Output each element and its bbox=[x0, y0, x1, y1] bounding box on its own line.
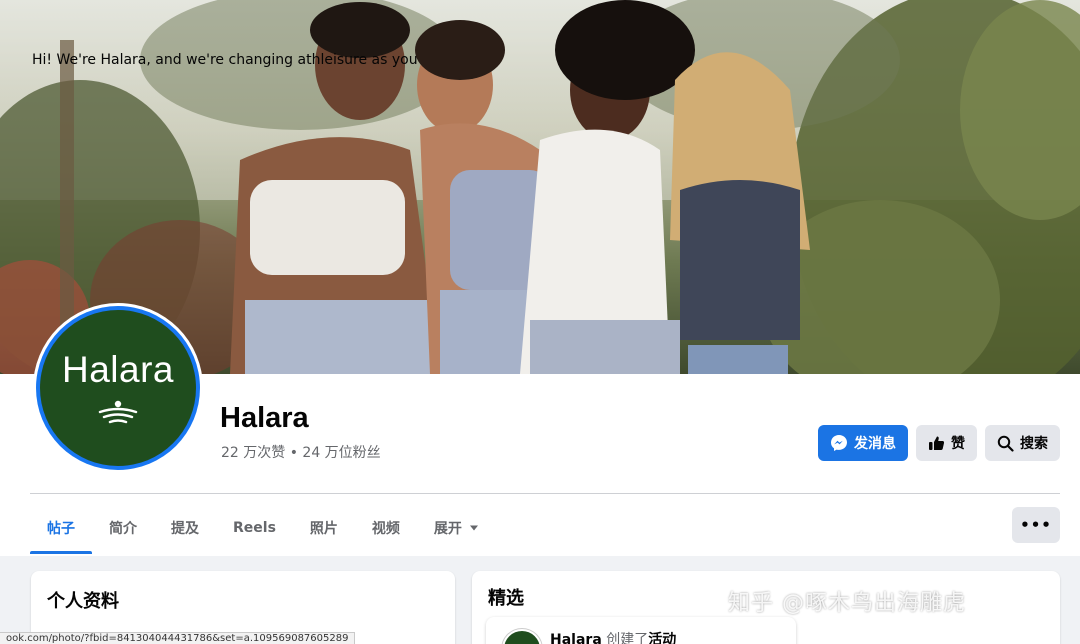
featured-item-text: Halara 创建了活动 bbox=[550, 629, 676, 644]
featured-item-action: 创建了 bbox=[606, 632, 649, 644]
page-avatar[interactable]: Halara bbox=[33, 303, 203, 473]
tab-more[interactable]: 展开 bbox=[417, 502, 496, 554]
avatar-ring: Halara bbox=[36, 306, 200, 470]
search-button-label: 搜索 bbox=[1020, 436, 1048, 452]
tab-label: 简介 bbox=[109, 521, 137, 537]
messenger-icon bbox=[831, 435, 847, 451]
tab-videos[interactable]: 视频 bbox=[355, 502, 417, 554]
status-bar-url: ook.com/photo/?fbid=841304044431786&set=… bbox=[0, 632, 356, 644]
profile-intro: Hi! We're Halara, and we're changing ath… bbox=[32, 52, 418, 68]
featured-item[interactable]: Halara 创建了活动 bbox=[486, 617, 796, 644]
message-button[interactable]: 发消息 bbox=[818, 425, 908, 461]
tab-photos[interactable]: 照片 bbox=[293, 502, 355, 554]
like-button-label: 赞 bbox=[951, 436, 965, 452]
featured-item-object[interactable]: 活动 bbox=[648, 632, 676, 644]
tab-posts[interactable]: 帖子 bbox=[30, 502, 92, 554]
page-title: Halara bbox=[220, 402, 309, 434]
tab-label: 提及 bbox=[171, 521, 199, 537]
caret-down-icon bbox=[469, 525, 478, 531]
page-stats: 22 万次赞 • 24 万位粉丝 bbox=[221, 445, 381, 461]
search-button[interactable]: 搜索 bbox=[985, 425, 1060, 461]
featured-item-avatar bbox=[502, 629, 542, 644]
message-button-label: 发消息 bbox=[854, 436, 896, 452]
tab-label: 展开 bbox=[433, 521, 462, 537]
more-options-button[interactable]: ••• bbox=[1012, 507, 1060, 543]
action-buttons: 发消息 赞 搜索 bbox=[818, 425, 1060, 461]
profile-card-title: 个人资料 bbox=[47, 591, 119, 612]
featured-item-name[interactable]: Halara bbox=[550, 632, 602, 644]
like-button[interactable]: 赞 bbox=[916, 425, 977, 461]
tab-reels[interactable]: Reels bbox=[216, 502, 293, 554]
avatar-brand-text: Halara bbox=[62, 349, 174, 390]
page-tabs: 帖子 简介 提及 Reels 照片 视频 展开 bbox=[30, 502, 496, 554]
avatar-logo: Halara bbox=[40, 310, 196, 466]
tab-about[interactable]: 简介 bbox=[92, 502, 154, 554]
search-icon bbox=[997, 435, 1014, 452]
tab-label: 帖子 bbox=[47, 521, 75, 537]
tab-label: 视频 bbox=[371, 521, 400, 537]
tab-label: 照片 bbox=[309, 521, 338, 537]
more-options-label: ••• bbox=[1020, 516, 1052, 534]
halara-logo-icon bbox=[98, 400, 138, 424]
watermark: 知乎 @啄木鸟出海雕虎 bbox=[728, 591, 966, 616]
tab-label: Reels bbox=[233, 520, 276, 536]
header-divider bbox=[30, 493, 1060, 494]
thumbs-up-icon bbox=[929, 436, 945, 450]
tab-mentions[interactable]: 提及 bbox=[154, 502, 216, 554]
featured-card-title: 精选 bbox=[488, 588, 524, 609]
